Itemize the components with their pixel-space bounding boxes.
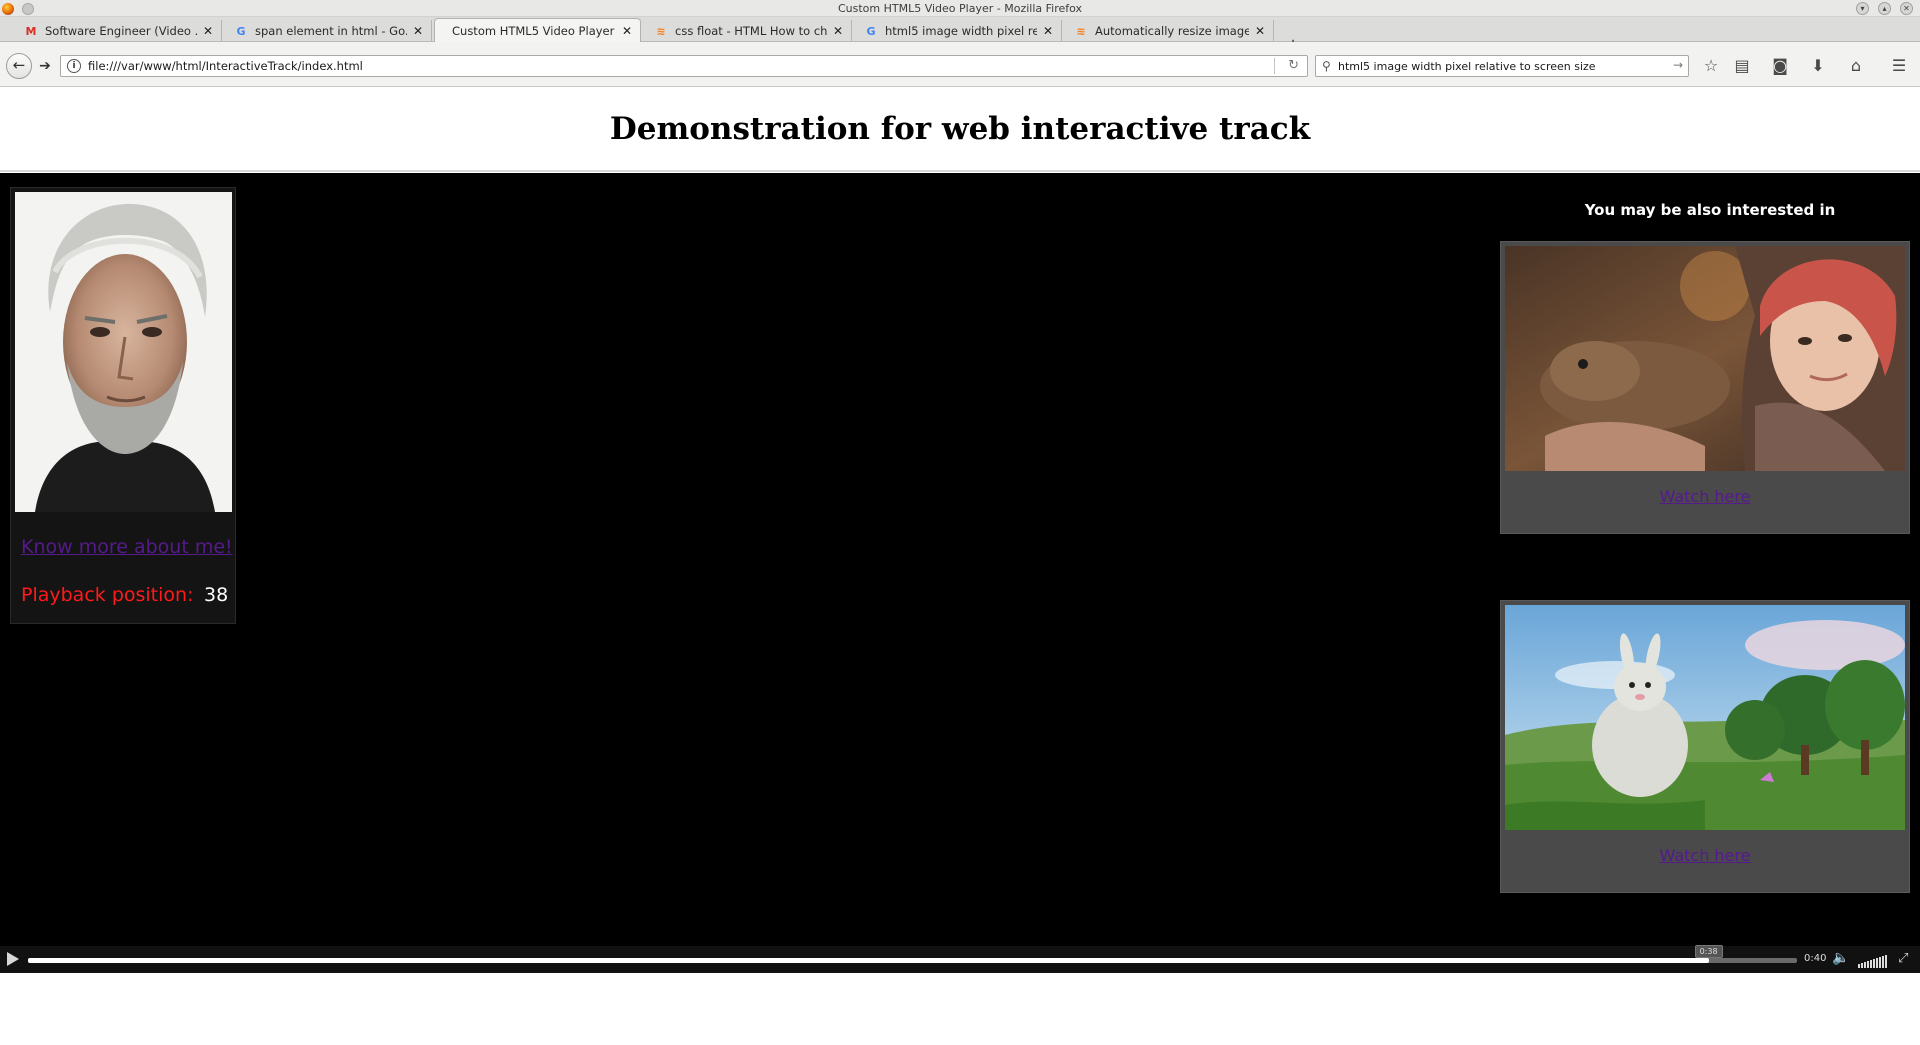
video-player[interactable]: Know more about me! Playback position: 3… [0, 173, 1920, 945]
google-icon: G [236, 24, 246, 38]
divider [1274, 58, 1275, 74]
close-tab-icon[interactable]: ✕ [620, 24, 634, 38]
arrow-right-icon: ➔ [39, 58, 51, 74]
menu-hamburger-icon[interactable]: ☰ [1888, 55, 1910, 77]
minimize-icon[interactable]: ▾ [1856, 2, 1869, 15]
watch-here-link[interactable]: Watch here [1501, 487, 1909, 506]
watch-here-link[interactable]: Watch here [1501, 846, 1909, 865]
home-icon[interactable]: ⌂ [1845, 55, 1867, 77]
tab-label: Software Engineer (Video ... [45, 24, 197, 38]
actor-portrait-image [15, 192, 232, 512]
duration-label: 0:40 [1804, 953, 1827, 964]
stackoverflow-icon: ≋ [1076, 24, 1086, 38]
close-tab-icon[interactable]: ✕ [1041, 24, 1055, 38]
page-title: Demonstration for web interactive track [609, 111, 1311, 147]
download-icon[interactable]: ⬇ [1807, 55, 1829, 77]
suggestion-thumbnail-big-buck-bunny[interactable] [1505, 605, 1905, 830]
video-controls: 0:38 0:40 🔈 ⤢ [0, 945, 1920, 973]
forward-button[interactable]: ➔ [34, 56, 56, 76]
progress-fill [28, 958, 1709, 963]
search-go-icon[interactable]: → [1673, 58, 1683, 72]
volume-slider[interactable] [1858, 952, 1887, 968]
arrow-left-icon: ← [12, 56, 26, 74]
progress-bar[interactable]: 0:38 [28, 945, 1797, 963]
gmail-icon: M [25, 24, 37, 38]
tab-label: css float - HTML How to ch... [675, 24, 827, 38]
close-window-icon[interactable]: ✕ [1900, 2, 1913, 15]
bookmark-star-icon[interactable]: ☆ [1700, 55, 1722, 77]
tab-resize-image[interactable]: ≋ Automatically resize image... ✕ [1066, 20, 1274, 42]
volume-icon[interactable]: 🔈 [1832, 950, 1849, 966]
tab-label: Automatically resize image... [1095, 24, 1249, 38]
tab-label: Custom HTML5 Video Player [452, 24, 615, 38]
address-bar[interactable]: i file:///var/www/html/InteractiveTrack/… [60, 55, 1308, 77]
back-button[interactable]: ← [6, 53, 32, 79]
play-icon[interactable] [7, 952, 19, 966]
know-more-link[interactable]: Know more about me! [21, 536, 233, 558]
tab-google-html5[interactable]: G html5 image width pixel re... ✕ [856, 20, 1062, 42]
current-time-tooltip: 0:38 [1694, 945, 1723, 958]
reload-icon[interactable]: ↻ [1288, 58, 1299, 73]
tab-label: html5 image width pixel re... [885, 24, 1037, 38]
navigation-toolbar: ← ➔ i file:///var/www/html/InteractiveTr… [0, 42, 1920, 87]
tab-gmail[interactable]: M Software Engineer (Video ... ✕ [16, 20, 222, 42]
tab-css-float[interactable]: ≋ css float - HTML How to ch... ✕ [646, 20, 852, 42]
close-tab-icon[interactable]: ✕ [1253, 24, 1267, 38]
google-icon: G [866, 24, 876, 38]
close-tab-icon[interactable]: ✕ [831, 24, 845, 38]
playback-position-value: 38 [204, 584, 229, 606]
info-icon[interactable]: i [67, 59, 81, 73]
close-tab-icon[interactable]: ✕ [201, 24, 215, 38]
suggestions-title: You may be also interested in [1584, 201, 1836, 219]
tab-google-span[interactable]: G span element in html - Go... ✕ [226, 20, 432, 42]
search-input[interactable]: html5 image width pixel relative to scre… [1338, 60, 1596, 73]
tab-strip: M Software Engineer (Video ... ✕ G span … [0, 17, 1920, 55]
tab-label: span element in html - Go... [255, 24, 407, 38]
window-titlebar: Custom HTML5 Video Player - Mozilla Fire… [0, 0, 1920, 17]
suggestion-card: Watch here [1500, 241, 1910, 534]
suggestion-card: Watch here [1500, 600, 1910, 893]
stackoverflow-icon: ≋ [656, 24, 666, 38]
window-title: Custom HTML5 Video Player - Mozilla Fire… [837, 2, 1083, 15]
suggestion-thumbnail-sintel[interactable] [1505, 246, 1905, 471]
close-tab-icon[interactable]: ✕ [411, 24, 425, 38]
tab-custom-player[interactable]: Custom HTML5 Video Player ✕ [434, 18, 641, 43]
actor-info-panel: Know more about me! Playback position: 3… [10, 187, 236, 624]
pocket-icon[interactable]: ◙ [1769, 55, 1791, 77]
search-icon: ⚲ [1322, 59, 1331, 73]
maximize-icon[interactable]: ▴ [1878, 2, 1891, 15]
address-input[interactable]: file:///var/www/html/InteractiveTrack/in… [88, 59, 363, 73]
reading-list-icon[interactable]: ▤ [1731, 55, 1753, 77]
playback-position-label: Playback position: [21, 584, 194, 606]
page-header: Demonstration for web interactive track [0, 88, 1920, 172]
search-bar[interactable]: ⚲ html5 image width pixel relative to sc… [1315, 55, 1689, 77]
fullscreen-icon[interactable]: ⤢ [1898, 951, 1908, 966]
